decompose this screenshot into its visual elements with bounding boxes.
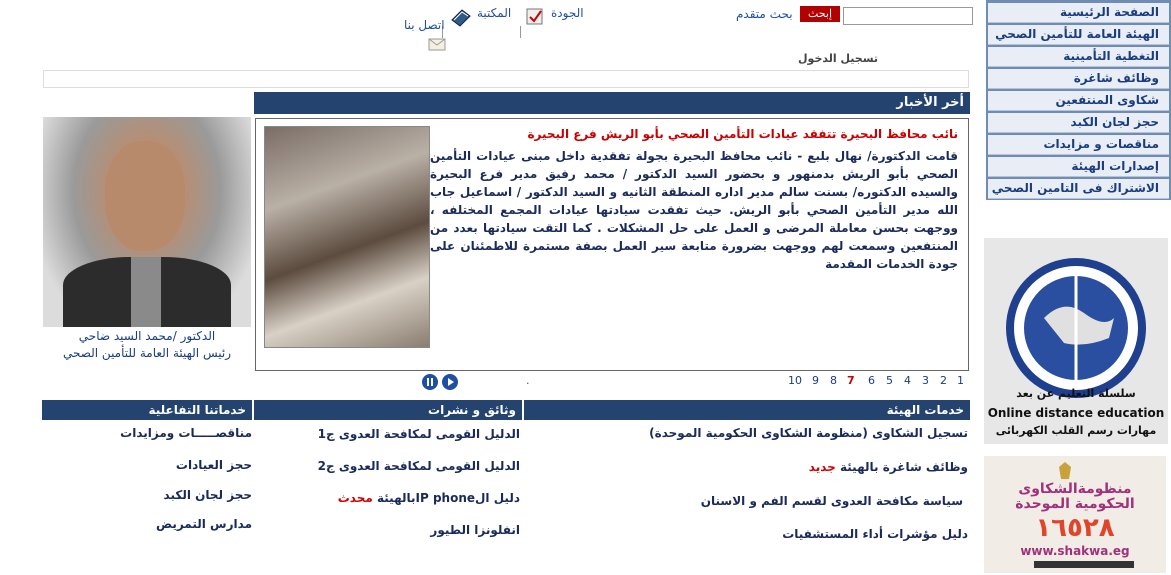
page-link[interactable]: 4: [904, 374, 911, 387]
shakwa-banner[interactable]: منظومةالشكاوى الحكومية الموحدة ١٦٥٢٨ www…: [984, 456, 1166, 573]
pager-dot: .: [526, 374, 530, 387]
infection-policy-link[interactable]: سياسة مكافحة العدوى لقسم الفم و الاسنان: [701, 494, 963, 508]
shakwa-url: www.shakwa.eg: [1020, 544, 1130, 558]
chairman-photo: [43, 117, 251, 327]
header-strip: [43, 70, 969, 88]
divider: [520, 26, 521, 38]
library-icon[interactable]: [450, 8, 472, 28]
liver-committee-link[interactable]: حجز لجان الكبد: [164, 488, 252, 502]
page-link[interactable]: 2: [940, 374, 947, 387]
nav-item-publications[interactable]: إصدارات الهيئة: [988, 157, 1169, 177]
page-link[interactable]: 3: [922, 374, 929, 387]
infection-guide-part1-link[interactable]: الدليل القومى لمكافحة العدوى ج1: [318, 427, 520, 441]
contact-icon[interactable]: [428, 36, 446, 52]
distance-subtitle: مهارات رسم القلب الكهربائى: [995, 424, 1157, 437]
page-link-current[interactable]: 7: [847, 374, 855, 387]
news-photo[interactable]: [264, 126, 430, 348]
chairman-role: رئيس الهيئة العامة للتأمين الصحي: [62, 346, 232, 360]
complaints-registration-link[interactable]: تسجيل الشكاوى (منظومة الشكاوى الحكومية ا…: [649, 426, 968, 440]
main-navigation: الصفحة الرئيسية الهيئة العامة للتأمين ال…: [986, 0, 1171, 200]
hospital-kpi-link[interactable]: دليل مؤشرات أداء المستشفيات: [782, 527, 968, 541]
nav-item-coverage[interactable]: التغطية التأمينية: [988, 47, 1169, 67]
chairman-caption: الدكتور /محمد السيد ضاحي رئيس الهيئة الع…: [43, 328, 251, 362]
ip-phone-guide-link[interactable]: دليل الIP phoneبالهيئة محدث: [338, 491, 520, 505]
nav-item-tenders[interactable]: مناقصات و مزايدات: [988, 135, 1169, 155]
ip-phone-guide-label: دليل الIP phoneبالهيئة: [377, 491, 520, 505]
news-header: أخر الأخبار: [254, 92, 970, 114]
shakwa-number: ١٦٥٢٨: [1035, 513, 1115, 543]
emblem-icon: [1059, 462, 1071, 479]
shakwa-title: منظومةالشكاوى الحكومية الموحدة: [1015, 481, 1135, 512]
page-link[interactable]: 8: [830, 374, 837, 387]
page-link[interactable]: 6: [868, 374, 875, 387]
page-link[interactable]: 10: [788, 374, 802, 387]
play-icon[interactable]: [442, 374, 458, 390]
chairman-name: الدكتور /محمد السيد ضاحي: [78, 329, 216, 343]
library-link[interactable]: المكتبة: [477, 6, 511, 20]
infection-guide-part2-link[interactable]: الدليل القومى لمكافحة العدوى ج2: [318, 459, 520, 473]
nav-item-jobs[interactable]: وظائف شاغرة: [988, 69, 1169, 89]
distance-ar-title: سلسلة التعليم عن بعد: [1016, 387, 1136, 400]
top-toolbar: إبحث بحث متقدم الجودة المكتبة اتصل بنا ت…: [398, 0, 983, 68]
face-shape: [105, 141, 185, 251]
search-button[interactable]: إبحث: [800, 6, 840, 22]
nursing-schools-link[interactable]: مدارس التمريض: [156, 517, 252, 531]
pause-icon[interactable]: [422, 374, 438, 390]
jobs-link[interactable]: وظائف شاغرة بالهيئة جديد: [809, 460, 968, 474]
page-link[interactable]: 9: [812, 374, 819, 387]
contact-link[interactable]: اتصل بنا: [404, 18, 445, 32]
quality-icon[interactable]: [526, 8, 544, 26]
news-box: نائب محافظ البحيرة تتفقد عيادات التأمين …: [255, 118, 969, 371]
quality-link[interactable]: الجودة: [551, 6, 584, 20]
updated-badge: محدث: [337, 491, 373, 505]
bird-flu-link[interactable]: انفلونزا الطيور: [430, 523, 520, 537]
news-title[interactable]: نائب محافظ البحيرة تتفقد عيادات التأمين …: [438, 127, 958, 141]
news-body: قامت الدكتورة/ نهال بلبع - نائب محافظ ال…: [430, 149, 958, 271]
tenders-link[interactable]: مناقصـــــات ومزايدات: [120, 426, 252, 440]
page-link[interactable]: 5: [886, 374, 893, 387]
nav-item-authority[interactable]: الهيئة العامة للتأمين الصحي: [988, 25, 1169, 45]
nav-item-subscription[interactable]: الاشتراك فى التامين الصحي: [988, 179, 1169, 199]
advanced-search-link[interactable]: بحث متقدم: [736, 7, 793, 21]
news-pagination: 1 2 3 4 5 6 7 8 9 10: [786, 374, 966, 390]
nav-item-home[interactable]: الصفحة الرئيسية: [988, 3, 1169, 23]
new-badge: جديد: [808, 460, 836, 474]
distance-education-banner[interactable]: سلسلة التعليم عن بعد Online distance edu…: [984, 238, 1168, 444]
interactive-services-header: خدماتنا التفاعلية: [42, 400, 252, 420]
login-link[interactable]: تسجيل الدخول: [798, 52, 878, 65]
shakwa-footer-strip: [1034, 561, 1134, 568]
page-link[interactable]: 1: [957, 374, 964, 387]
globe-logo-icon: [1006, 258, 1146, 398]
slideshow-controls: [420, 374, 460, 392]
clinic-booking-link[interactable]: حجز العيادات: [176, 458, 252, 472]
nav-item-complaints[interactable]: شكاوى المنتفعين: [988, 91, 1169, 111]
distance-en-title: Online distance education: [987, 406, 1165, 420]
jobs-link-label: وظائف شاغرة بالهيئة: [840, 460, 968, 474]
shirt-shape: [131, 257, 161, 327]
nav-item-liver-booking[interactable]: حجز لجان الكبد: [988, 113, 1169, 133]
authority-services-header: خدمات الهيئة: [524, 400, 970, 420]
documents-header: وثائق و نشرات: [254, 400, 522, 420]
search-input[interactable]: [843, 7, 973, 25]
news-header-title: أخر الأخبار: [896, 95, 964, 110]
